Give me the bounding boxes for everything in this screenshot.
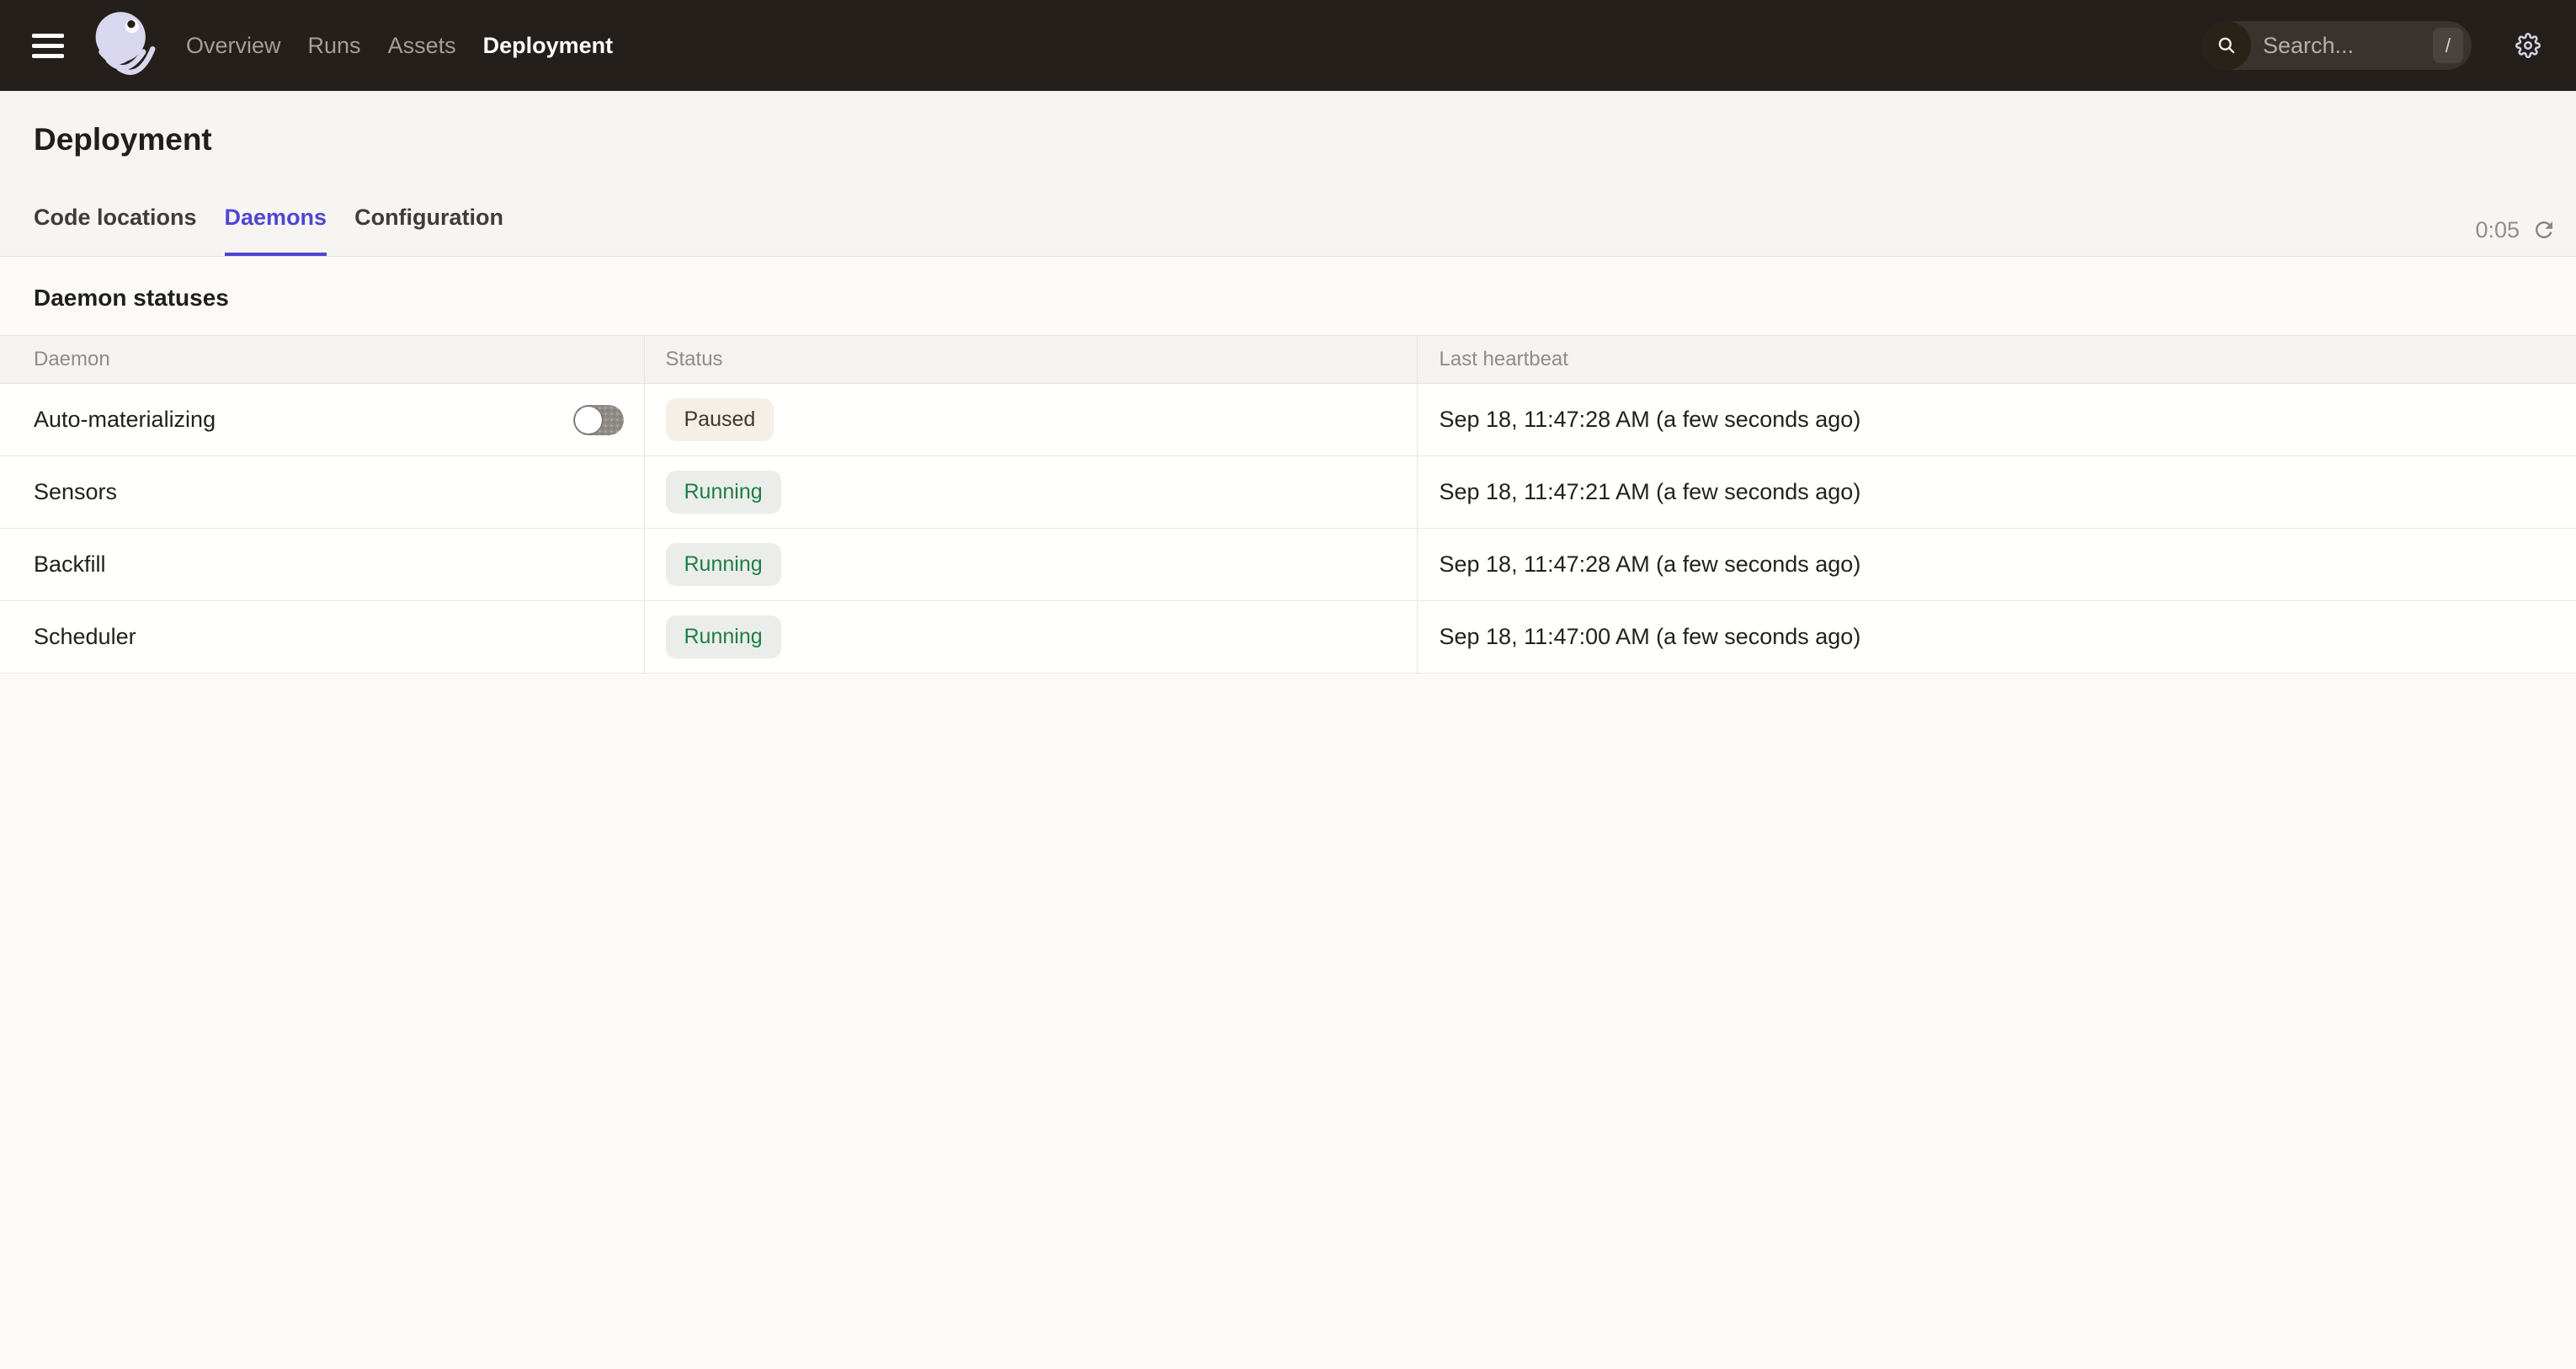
main-content: Daemon statuses Daemon Status Last heart…: [0, 284, 2576, 674]
table-row: Sensors Running Sep 18, 11:47:21 AM (a f…: [0, 456, 2576, 529]
daemon-name: Sensors: [34, 479, 117, 504]
page-header: Deployment Code locations Daemons Config…: [0, 91, 2576, 257]
table-row: Backfill Running Sep 18, 11:47:28 AM (a …: [0, 529, 2576, 601]
search-icon: [2202, 21, 2251, 70]
dagster-logo[interactable]: [89, 7, 163, 84]
tab-daemons[interactable]: Daemons: [225, 204, 327, 256]
last-heartbeat-value: Sep 18, 11:47:21 AM (a few seconds ago): [1417, 456, 2576, 529]
refresh-button[interactable]: [2531, 216, 2557, 243]
tab-configuration[interactable]: Configuration: [354, 204, 503, 256]
nav-item-assets[interactable]: Assets: [388, 33, 456, 59]
refresh-countdown: 0:05: [2475, 217, 2520, 243]
last-heartbeat-value: Sep 18, 11:47:00 AM (a few seconds ago): [1417, 601, 2576, 674]
tab-code-locations[interactable]: Code locations: [34, 204, 197, 256]
daemon-name: Backfill: [34, 551, 106, 577]
refresh-icon: [2531, 217, 2557, 242]
nav-item-deployment[interactable]: Deployment: [483, 33, 614, 59]
table-row: Auto-materializing Paused Sep 18, 11:47:…: [0, 384, 2576, 456]
nav-item-overview[interactable]: Overview: [186, 33, 281, 59]
last-heartbeat-value: Sep 18, 11:47:28 AM (a few seconds ago): [1417, 384, 2576, 456]
topbar-right: /: [2202, 21, 2542, 70]
search-box[interactable]: /: [2202, 21, 2472, 70]
table-header-row: Daemon Status Last heartbeat: [0, 336, 2576, 384]
status-badge: Running: [666, 543, 781, 586]
status-badge: Paused: [666, 398, 774, 441]
topbar: Overview Runs Assets Deployment /: [0, 0, 2576, 91]
search-shortcut-key: /: [2433, 28, 2463, 63]
main-navigation: Overview Runs Assets Deployment: [186, 33, 613, 59]
column-header-last-heartbeat: Last heartbeat: [1417, 336, 2576, 384]
status-badge: Running: [666, 471, 781, 514]
nav-item-runs[interactable]: Runs: [308, 33, 361, 59]
daemon-name: Auto-materializing: [34, 407, 216, 433]
settings-button[interactable]: [2514, 31, 2542, 60]
toggle-knob: [575, 407, 602, 434]
table-row: Scheduler Running Sep 18, 11:47:00 AM (a…: [0, 601, 2576, 674]
auto-materializing-toggle[interactable]: [573, 405, 624, 435]
daemon-statuses-heading: Daemon statuses: [34, 284, 2542, 312]
last-heartbeat-value: Sep 18, 11:47:28 AM (a few seconds ago): [1417, 529, 2576, 601]
column-header-status: Status: [644, 336, 1417, 384]
tab-bar: Code locations Daemons Configuration: [0, 204, 2576, 257]
daemon-name: Scheduler: [34, 624, 136, 649]
hamburger-menu-button[interactable]: [32, 26, 71, 65]
auto-refresh: 0:05: [2475, 216, 2557, 243]
column-header-daemon: Daemon: [0, 336, 644, 384]
search-input[interactable]: [2251, 33, 2433, 59]
status-badge: Running: [666, 615, 781, 658]
page-title: Deployment: [0, 91, 2576, 158]
dagster-octopus-icon: [89, 7, 163, 84]
gear-icon: [2515, 33, 2541, 58]
daemon-status-table: Daemon Status Last heartbeat Auto-materi…: [0, 335, 2576, 674]
